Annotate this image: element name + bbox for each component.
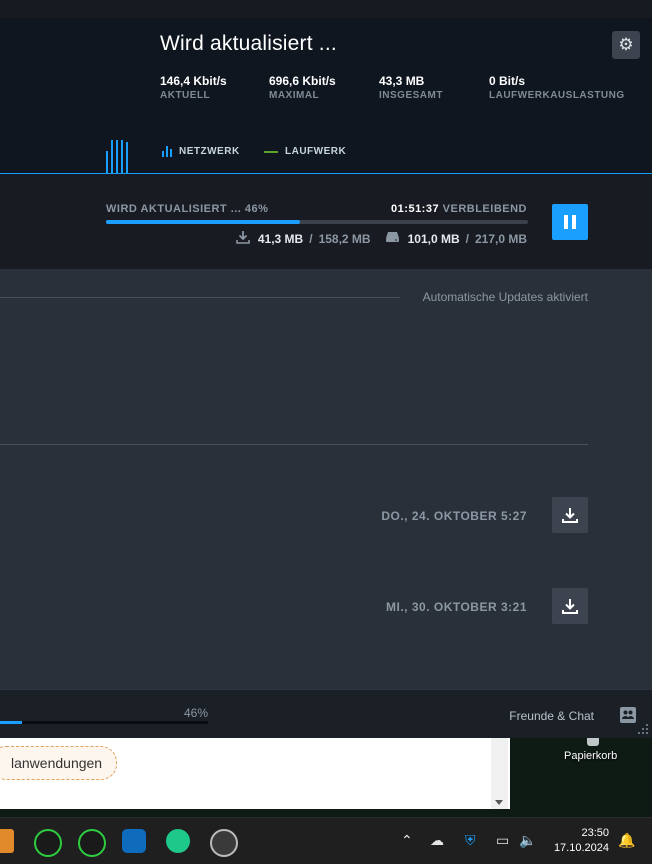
stat-current: 146,4 Kbit/s AKTUELL [160,74,227,101]
background-window: lanwendungen [0,738,510,809]
defender-shield-icon[interactable]: ⛨ [465,832,476,849]
outlook-icon[interactable] [122,829,146,853]
download-progress-bar [106,220,528,224]
scheduled-date: MI., 30. OKTOBER 3:21 [386,600,527,614]
stat-value: 696,6 Kbit/s [269,74,336,88]
download-total: 158,2 MB [318,231,371,246]
folder-app-icon[interactable] [0,829,14,853]
stat-value: 43,3 MB [379,74,425,88]
stat-disk-usage: 0 Bit/s LAUFWERKAUSLASTUNG [489,74,625,101]
notification-bell-icon[interactable]: 🔔 [618,832,635,849]
app-w-icon[interactable] [166,829,190,853]
download-icon [236,230,250,247]
category-pill[interactable]: lanwendungen [0,746,118,780]
recycle-bin-icon[interactable] [587,738,599,746]
active-download: WIRD AKTUALISIERT ... 46% 01:51:37 VERBL… [0,174,652,269]
clock-time: 23:50 [581,827,609,839]
disk-written-amount: 101,0 MB [407,231,460,246]
app-s-icon[interactable] [34,829,62,857]
recycle-bin-label[interactable]: Papierkorb [564,750,617,762]
footer-progress-percent: 46% [184,706,209,720]
download-icon [562,599,578,614]
app-x-icon[interactable] [210,829,238,857]
volume-icon[interactable]: 🔈 [519,832,536,849]
friends-chat-button[interactable]: Freunde & Chat [509,709,594,723]
time-remaining-label: VERBLEIBEND [442,203,527,215]
game-title: Wird aktualisiert ... [160,32,337,55]
clock-date: 17.10.2024 [553,842,609,854]
scroll-down-arrow-icon[interactable] [495,800,503,805]
stat-label: LAUFWERKAUSLASTUNG [489,90,625,101]
downloaded-amount: 41,3 MB [257,231,304,246]
title-strip [0,0,652,18]
disk-total: 217,0 MB [474,231,527,246]
legend-disk: LAUFWERK [264,146,346,157]
stat-value: 0 Bit/s [489,74,526,88]
network-bars-icon [162,146,172,157]
footer-progress-fill [0,721,22,724]
download-queue: Automatische Updates aktiviert DO., 24. … [0,269,652,689]
stat-label: MAXIMAL [269,90,320,101]
resize-grip-icon[interactable] [636,722,650,736]
download-progress-fill [106,220,301,224]
stat-value: 146,4 Kbit/s [160,74,227,88]
clock[interactable]: 23:50 17.10.2024 [554,826,609,856]
taskbar: ⌃ ☁ ⛨ ▭ 🔈 23:50 17.10.2024 🔔 [0,817,652,864]
legend-network: NETZWERK [162,146,240,157]
stat-total: 43,3 MB INSGESAMT [379,74,443,101]
disk-icon [385,231,400,246]
app-s-icon[interactable] [78,829,106,857]
size-separator: / [465,231,469,246]
network-icon[interactable]: ▭ [496,832,509,849]
download-status: WIRD AKTUALISIERT ... 46% [106,203,269,215]
pause-button[interactable] [552,204,588,240]
download-icon [562,508,578,523]
size-separator: / [309,231,313,246]
scheduled-date: DO., 24. OKTOBER 5:27 [381,509,527,523]
steam-downloads-window: Wird aktualisiert ... ⚙ 146,4 Kbit/s AKT… [0,0,652,738]
stat-label: INSGESAMT [379,90,443,101]
onedrive-icon[interactable]: ☁ [430,832,444,849]
steam-footer: 46% Freunde & Chat [0,689,652,738]
chevron-up-icon[interactable]: ⌃ [401,832,413,849]
time-remaining: 01:51:37 VERBLEIBEND [391,203,527,215]
disk-line-icon [264,150,278,153]
gear-icon[interactable]: ⚙ [612,31,640,59]
stat-maximum: 696,6 Kbit/s MAXIMAL [269,74,336,101]
auto-updates-label: Automatische Updates aktiviert [422,290,588,304]
legend-network-label: NETZWERK [179,146,240,157]
scrollbar[interactable] [491,738,508,809]
section-divider [0,444,588,445]
download-now-button[interactable] [552,588,588,624]
legend-disk-label: LAUFWERK [285,146,347,157]
friends-icon[interactable] [620,707,636,723]
stat-label: AKTUELL [160,90,211,101]
section-divider [0,297,400,298]
time-remaining-value: 01:51:37 [391,203,440,215]
download-now-button[interactable] [552,497,588,533]
download-header: Wird aktualisiert ... ⚙ 146,4 Kbit/s AKT… [0,18,652,174]
footer-progress-bar[interactable] [0,721,208,724]
download-sizes: 41,3 MB / 158,2 MB 101,0 MB / 217,0 MB [236,230,527,247]
network-graph [106,140,130,173]
